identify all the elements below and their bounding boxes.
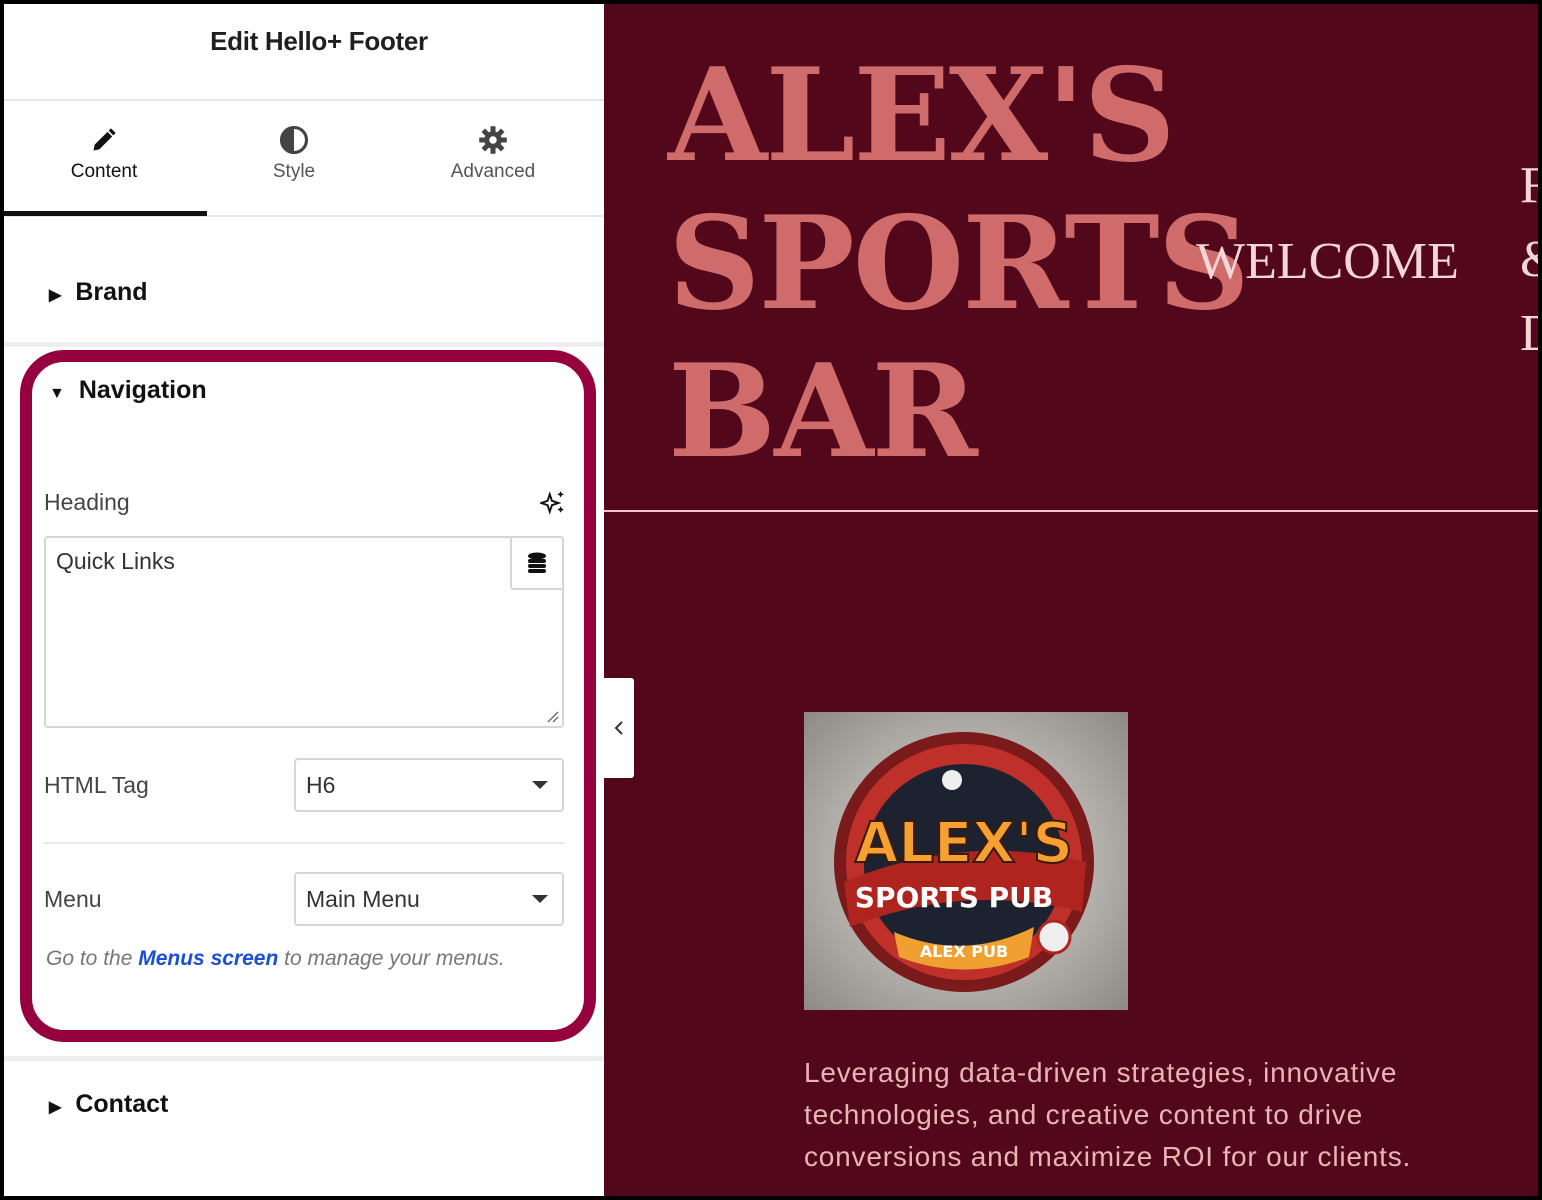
welcome-text: WELCOME <box>1196 233 1459 290</box>
tab-advanced[interactable]: Advanced <box>393 119 593 183</box>
gear-icon <box>393 119 593 161</box>
tab-label: Content <box>70 161 138 182</box>
collapse-panel-button[interactable] <box>604 678 634 778</box>
ai-sparkle-icon[interactable] <box>538 490 566 521</box>
note-text: Go to the <box>46 947 139 970</box>
tab-style[interactable]: Style <box>194 119 394 183</box>
section-navigation[interactable]: ▼ Navigation <box>4 376 604 405</box>
divider <box>44 842 564 844</box>
svg-text:ALEX'S: ALEX'S <box>855 811 1073 876</box>
clipped-text: & <box>1520 230 1538 289</box>
editor-panel: Edit Hello+ Footer Content Style Advance… <box>4 4 604 1196</box>
database-icon <box>528 552 546 573</box>
menu-select[interactable]: Main Menu <box>294 872 564 926</box>
chevron-left-icon <box>614 721 623 735</box>
section-brand[interactable]: ▶ Brand <box>4 278 604 307</box>
divider <box>4 342 604 347</box>
section-title: Navigation <box>78 376 207 404</box>
section-title: Brand <box>75 278 148 306</box>
caret-right-icon: ▶ <box>49 1099 62 1116</box>
site-title-line: ALEX'S <box>668 41 1176 191</box>
heading-label: Heading <box>44 489 130 515</box>
tab-content[interactable]: Content <box>4 119 204 183</box>
site-title-line: BAR <box>668 337 978 487</box>
divider <box>4 99 604 101</box>
caret-down-icon: ▼ <box>49 385 65 402</box>
menus-screen-link[interactable]: Menus screen <box>138 947 278 970</box>
half-circle-icon <box>194 119 394 161</box>
clipped-text: F <box>1520 157 1538 214</box>
dynamic-tags-button[interactable] <box>510 536 564 590</box>
select-value: Main Menu <box>306 886 420 912</box>
caret-right-icon: ▶ <box>49 287 62 304</box>
pencil-icon <box>4 119 204 161</box>
tab-label: Style <box>272 161 316 182</box>
menu-note: Go to the Menus screen to manage your me… <box>46 947 505 971</box>
clipped-text: D <box>1520 304 1538 363</box>
heading-value: Quick Links <box>56 548 175 574</box>
tab-label: Advanced <box>450 161 536 182</box>
html-tag-label: HTML Tag <box>44 772 149 798</box>
section-contact[interactable]: ▶ Contact <box>4 1090 604 1119</box>
divider <box>4 1056 604 1061</box>
page-preview: ALEX'S SPORTS BAR WELCOME F & D ALEX'S S… <box>604 4 1538 1196</box>
divider <box>604 510 1538 512</box>
section-title: Contact <box>75 1090 169 1118</box>
site-title-line: SPORTS <box>668 189 1250 339</box>
chevron-down-icon <box>532 781 548 789</box>
resize-handle-icon[interactable] <box>547 711 559 723</box>
heading-textarea[interactable]: Quick Links <box>44 536 564 728</box>
menu-label: Menu <box>44 886 102 912</box>
sports-pub-logo: ALEX'S SPORTS PUB ALEX PUB <box>804 712 1128 1010</box>
select-value: H6 <box>306 772 336 798</box>
active-tab-indicator <box>4 211 207 216</box>
chevron-down-icon <box>532 895 548 903</box>
html-tag-select[interactable]: H6 <box>294 758 564 812</box>
note-text: to manage your menus. <box>278 947 505 970</box>
svg-text:ALEX PUB: ALEX PUB <box>920 942 1008 961</box>
panel-title: Edit Hello+ Footer <box>210 26 428 56</box>
svg-text:SPORTS PUB: SPORTS PUB <box>855 881 1053 914</box>
footer-description: Leveraging data-driven strategies, innov… <box>804 1057 1412 1172</box>
